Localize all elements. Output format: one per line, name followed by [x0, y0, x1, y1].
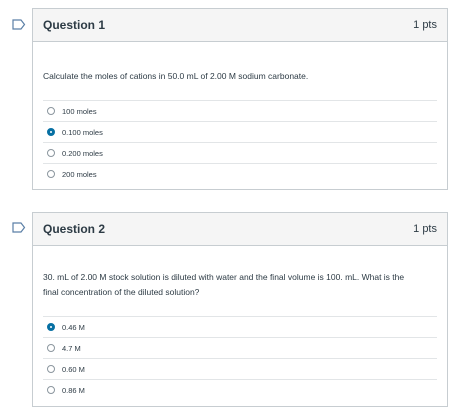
flag-question-icon[interactable] [12, 19, 26, 30]
answer-list: 100 moles 0.100 moles 0.200 moles 200 mo… [43, 100, 437, 184]
question-title: Question 2 [43, 222, 106, 236]
radio-button[interactable] [47, 149, 55, 157]
answer-label: 4.7 M [62, 343, 81, 353]
question-header: Question 2 1 pts [33, 213, 447, 246]
flag-question-icon[interactable] [12, 222, 26, 233]
question-header: Question 1 1 pts [33, 9, 447, 42]
radio-button[interactable] [47, 107, 55, 115]
answer-option[interactable]: 0.200 moles [43, 142, 437, 163]
question-card: Question 2 1 pts 30. mL of 2.00 M stock … [32, 212, 448, 407]
answer-list: 0.46 M 4.7 M 0.60 M 0.86 M [43, 316, 437, 400]
answer-option[interactable]: 200 moles [43, 163, 437, 184]
question-text: Calculate the moles of cations in 50.0 m… [43, 42, 437, 100]
radio-button[interactable] [47, 365, 55, 373]
answer-option[interactable]: 100 moles [43, 100, 437, 121]
radio-button[interactable] [47, 344, 55, 352]
question-card: Question 1 1 pts Calculate the moles of … [32, 8, 448, 190]
answer-option[interactable]: 0.100 moles [43, 121, 437, 142]
question-text-line: final concentration of the diluted solut… [43, 287, 200, 297]
radio-button-selected[interactable] [47, 128, 55, 136]
answer-option[interactable]: 4.7 M [43, 337, 437, 358]
question-points: 1 pts [413, 19, 437, 31]
radio-button-selected[interactable] [47, 323, 55, 331]
question-text: 30. mL of 2.00 M stock solution is dilut… [43, 246, 437, 316]
answer-label: 0.46 M [62, 322, 85, 332]
answer-label: 0.100 moles [62, 127, 103, 137]
answer-label: 0.86 M [62, 385, 85, 395]
radio-button[interactable] [47, 170, 55, 178]
answer-label: 200 moles [62, 169, 97, 179]
question-points: 1 pts [413, 223, 437, 235]
answer-label: 0.60 M [62, 364, 85, 374]
answer-option[interactable]: 0.46 M [43, 316, 437, 337]
radio-button[interactable] [47, 386, 55, 394]
answer-option[interactable]: 0.86 M [43, 379, 437, 400]
question-title: Question 1 [43, 18, 106, 32]
answer-option[interactable]: 0.60 M [43, 358, 437, 379]
question-text-line: Calculate the moles of cations in 50.0 m… [43, 71, 309, 81]
answer-label: 0.200 moles [62, 148, 103, 158]
question-text-line: 30. mL of 2.00 M stock solution is dilut… [43, 272, 405, 282]
answer-label: 100 moles [62, 106, 97, 116]
